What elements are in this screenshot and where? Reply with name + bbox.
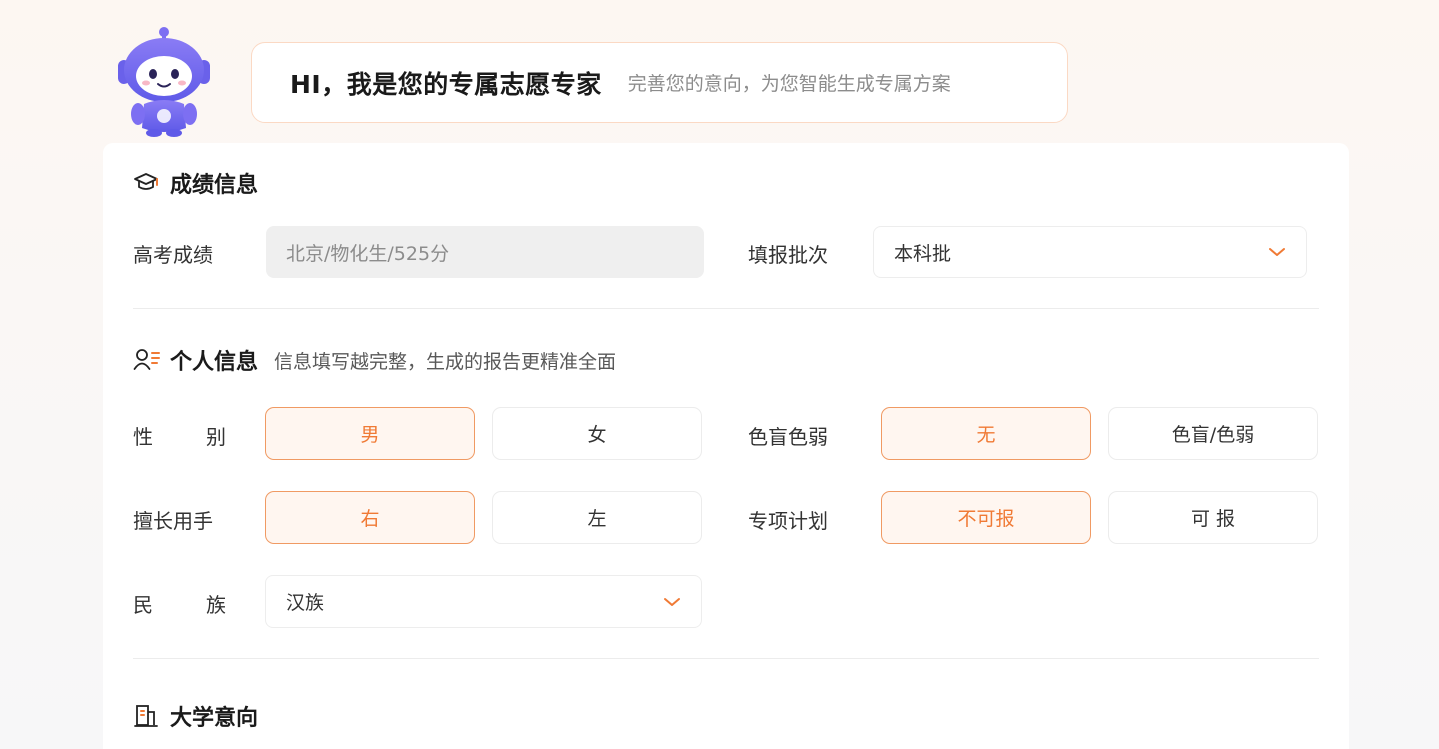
score-section-title: 成绩信息 <box>170 173 259 198</box>
ethnicity-value: 汉族 <box>286 592 325 614</box>
building-icon <box>133 702 161 730</box>
colorblind-option-yes[interactable]: 色盲/色弱 <box>1108 407 1318 460</box>
gender-option-male[interactable]: 男 <box>265 407 475 460</box>
greeting-subtitle: 完善您的意向，为您智能生成专属方案 <box>627 73 951 95</box>
exam-score-label: 高考成绩 <box>133 243 213 267</box>
university-section-header: 大学意向 <box>133 700 258 732</box>
chevron-down-icon <box>663 591 681 613</box>
special-plan-label: 专项计划 <box>748 509 828 533</box>
special-plan-option-yes[interactable]: 可 报 <box>1108 491 1318 544</box>
colorblind-option-none[interactable]: 无 <box>881 407 1091 460</box>
batch-select[interactable]: 本科批 <box>873 226 1307 278</box>
score-section-header: 成绩信息 <box>133 167 258 199</box>
colorblind-label: 色盲色弱 <box>748 425 828 449</box>
section-divider <box>133 658 1319 659</box>
university-section-title: 大学意向 <box>170 706 259 731</box>
personal-section-title: 个人信息 <box>170 350 259 375</box>
chevron-down-icon <box>1268 241 1286 263</box>
ethnicity-select[interactable]: 汉族 <box>265 575 702 628</box>
graduation-cap-icon <box>133 169 161 197</box>
special-plan-option-no[interactable]: 不可报 <box>881 491 1091 544</box>
mascot-robot-icon <box>108 26 220 140</box>
hand-option-right[interactable]: 右 <box>265 491 475 544</box>
user-list-icon <box>133 346 161 374</box>
ethnicity-label: 民 族 <box>133 593 226 617</box>
batch-label: 填报批次 <box>748 243 828 267</box>
exam-score-value: 北京/物化生/525分 <box>286 242 450 265</box>
exam-score-field: 北京/物化生/525分 <box>266 226 704 278</box>
personal-section-header: 个人信息 信息填写越完整，生成的报告更精准全面 <box>133 344 616 376</box>
batch-value: 本科批 <box>894 242 952 265</box>
gender-option-female[interactable]: 女 <box>492 407 702 460</box>
page: HI，我是您的专属志愿专家 完善您的意向，为您智能生成专属方案 成绩信息 高考成… <box>0 0 1439 749</box>
hand-option-left[interactable]: 左 <box>492 491 702 544</box>
greeting-title: HI，我是您的专属志愿专家 <box>290 69 602 99</box>
personal-section-hint: 信息填写越完整，生成的报告更精准全面 <box>274 350 617 373</box>
profile-form-card: 成绩信息 高考成绩 北京/物化生/525分 填报批次 本科批 个人信息 信息填写… <box>103 143 1349 749</box>
greeting-bubble: HI，我是您的专属志愿专家 完善您的意向，为您智能生成专属方案 <box>251 42 1068 123</box>
hand-label: 擅长用手 <box>133 509 213 533</box>
section-divider <box>133 308 1319 309</box>
gender-label: 性 别 <box>133 425 226 449</box>
